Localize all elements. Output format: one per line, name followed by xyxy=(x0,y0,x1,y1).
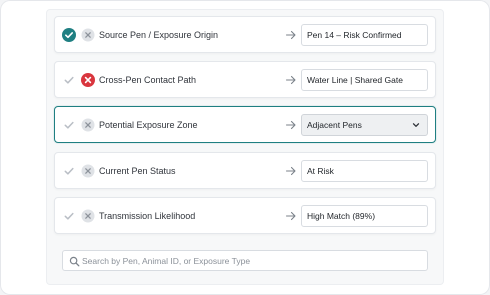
arrow-right-icon xyxy=(285,118,297,132)
arrow-right-icon xyxy=(285,209,297,223)
check-muted-icon[interactable] xyxy=(62,118,76,132)
check-muted-icon[interactable] xyxy=(62,164,76,178)
row-label: Transmission Likelihood xyxy=(99,211,196,221)
x-muted-icon[interactable] xyxy=(81,118,95,132)
value-field[interactable]: At Risk xyxy=(301,160,428,182)
check-muted-icon[interactable] xyxy=(62,209,76,223)
row-label: Current Pen Status xyxy=(99,166,176,176)
search-icon xyxy=(69,256,80,267)
row-current-pen-status: Current Pen Status At Risk xyxy=(54,152,436,189)
row-label: Potential Exposure Zone xyxy=(99,120,198,130)
row-transmission-likelihood: Transmission Likelihood High Match (89%) xyxy=(54,197,436,234)
x-muted-icon[interactable] xyxy=(81,164,95,178)
select-value: Adjacent Pens xyxy=(307,120,362,130)
x-muted-icon[interactable] xyxy=(81,209,95,223)
check-muted-icon[interactable] xyxy=(62,73,76,87)
row-cross-pen-contact: Cross-Pen Contact Path Water Line | Shar… xyxy=(54,61,436,98)
check-filled-teal-icon[interactable] xyxy=(62,28,76,42)
value-field[interactable]: High Match (89%) xyxy=(301,205,428,227)
exposure-zone-select[interactable]: Adjacent Pens xyxy=(301,114,428,136)
value-field[interactable]: Water Line | Shared Gate xyxy=(301,69,428,91)
row-label: Cross-Pen Contact Path xyxy=(99,75,197,85)
row-potential-exposure-zone: Potential Exposure Zone Adjacent Pens xyxy=(54,106,436,143)
value-field[interactable]: Pen 14 – Risk Confirmed xyxy=(301,24,428,46)
arrow-right-icon xyxy=(285,164,297,178)
row-source-pen: Source Pen / Exposure Origin Pen 14 – Ri… xyxy=(54,16,436,53)
arrow-right-icon xyxy=(285,28,297,42)
chevron-down-icon[interactable] xyxy=(411,120,421,130)
arrow-right-icon xyxy=(285,73,297,87)
search-input[interactable] xyxy=(82,253,422,268)
x-filled-red-icon[interactable] xyxy=(81,73,95,87)
row-label: Source Pen / Exposure Origin xyxy=(99,30,219,40)
search-bar[interactable] xyxy=(62,250,428,271)
x-muted-icon[interactable] xyxy=(81,28,95,42)
